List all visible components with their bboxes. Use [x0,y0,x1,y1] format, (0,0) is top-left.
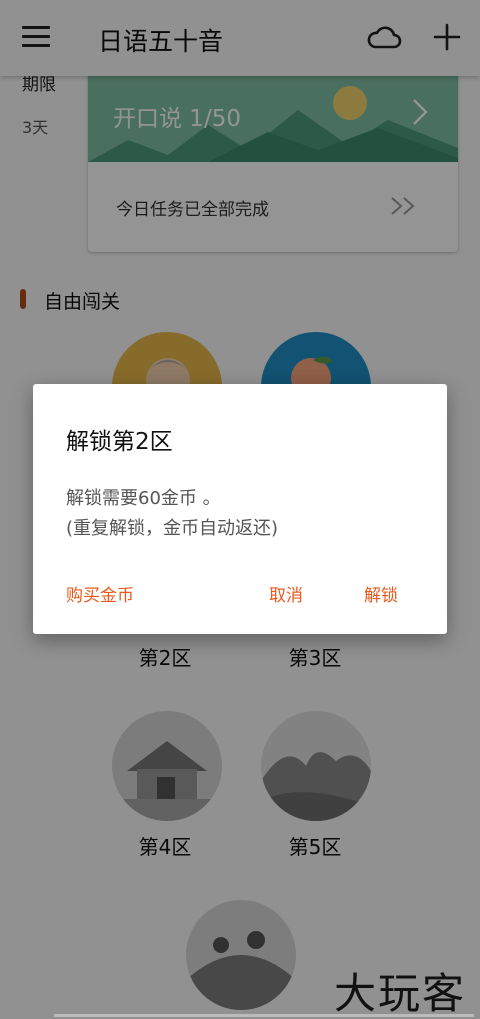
dialog-note: (重复解锁，金币自动返还) [66,518,279,539]
dialog-title: 解锁第2区 [66,429,173,455]
watermark: 大玩客 [334,969,467,1018]
unlock-button[interactable]: 解锁 [364,581,398,606]
unlock-dialog: 解锁第2区 解锁需要60金币 。 (重复解锁，金币自动返还) 购买金币 取消 解… [33,384,447,634]
buy-coins-button[interactable]: 购买金币 [66,581,134,606]
bottom-divider [54,1014,474,1017]
dialog-message: 解锁需要60金币 。 [66,488,221,509]
cancel-button[interactable]: 取消 [269,581,303,606]
